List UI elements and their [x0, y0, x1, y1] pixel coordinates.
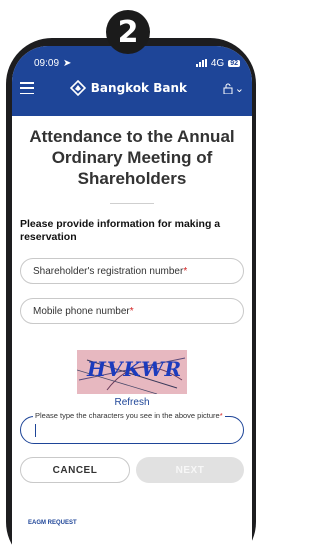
captcha-characters: HVKWR	[87, 357, 183, 381]
signal-icon	[195, 59, 207, 67]
eagm-request-link[interactable]: EAGM REQUEST	[28, 520, 77, 526]
title-divider	[110, 203, 154, 204]
mobile-phone-placeholder: Mobile phone number	[33, 305, 130, 317]
bangkok-bank-logo-icon	[69, 80, 86, 96]
registration-number-field[interactable]: Shareholder's registration number *	[20, 258, 244, 284]
next-button[interactable]: NEXT	[136, 457, 244, 483]
captcha-input[interactable]	[21, 417, 243, 443]
step-number-badge: 2	[106, 10, 150, 54]
required-marker: *	[183, 265, 188, 277]
brand-name: Bangkok Bank	[90, 81, 187, 95]
chevron-down-icon: ⌄	[234, 82, 244, 95]
captcha-input-label: Please type the characters you see in th…	[33, 411, 225, 420]
network-type: 4G	[210, 57, 225, 69]
app-screen: 09:09 ➤ 4G 92 Bangkok Bank ⌄ Attendance …	[12, 46, 252, 549]
required-marker: *	[129, 305, 134, 317]
status-bar: 09:09 ➤ 4G 92	[34, 56, 240, 70]
bank-logo: Bangkok Bank	[69, 80, 187, 96]
instruction-text: Please provide information for making a …	[20, 218, 221, 243]
page-title: Attendance to the Annual Ordinary Meetin…	[29, 127, 235, 188]
refresh-captcha-link[interactable]: Refresh	[114, 397, 149, 408]
login-menu[interactable]: ⌄	[223, 82, 244, 95]
captcha-input-field[interactable]: Please type the characters you see in th…	[20, 411, 244, 444]
lock-icon	[223, 83, 233, 94]
location-arrow-icon: ➤	[63, 57, 72, 69]
mobile-phone-field[interactable]: Mobile phone number *	[20, 298, 244, 324]
cancel-button[interactable]: CANCEL	[20, 457, 130, 483]
text-cursor	[35, 424, 36, 437]
hamburger-menu-icon[interactable]	[20, 82, 34, 94]
captcha-image: HVKWR	[77, 350, 187, 394]
header-bar: 09:09 ➤ 4G 92 Bangkok Bank ⌄	[12, 46, 252, 116]
battery-icon: 92	[228, 59, 240, 67]
status-time: 09:09	[34, 57, 60, 69]
registration-number-placeholder: Shareholder's registration number	[33, 265, 184, 277]
